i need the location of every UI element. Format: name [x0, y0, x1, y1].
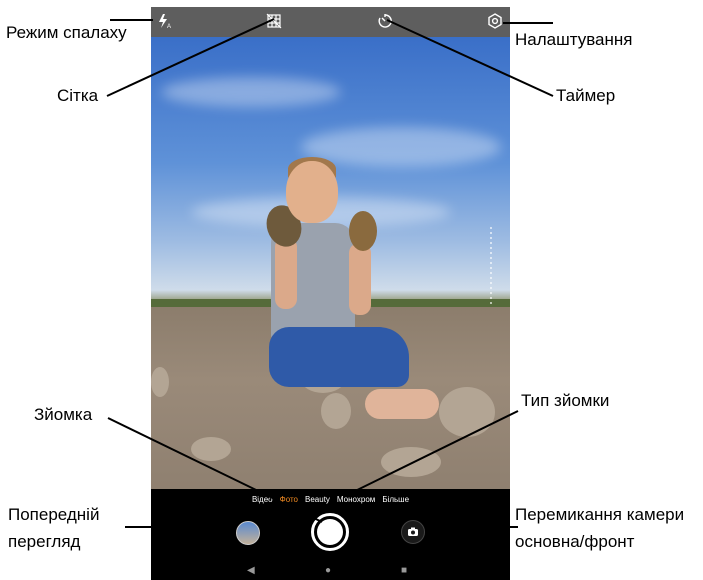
label-switch-line2: основна/фронт: [515, 532, 635, 551]
label-grid: Сітка: [57, 86, 99, 105]
label-capture-type: Тип зйомки: [521, 391, 610, 410]
label-preview-line1: Попередній: [8, 505, 100, 524]
label-capture: Зйомка: [34, 405, 93, 424]
label-switch-line1: Перемикання камери: [515, 505, 685, 524]
label-flash-mode: Режим спалаху: [6, 23, 127, 42]
label-preview-line2: перегляд: [8, 532, 81, 551]
label-timer: Таймер: [556, 86, 616, 105]
label-settings: Налаштування: [515, 30, 633, 49]
